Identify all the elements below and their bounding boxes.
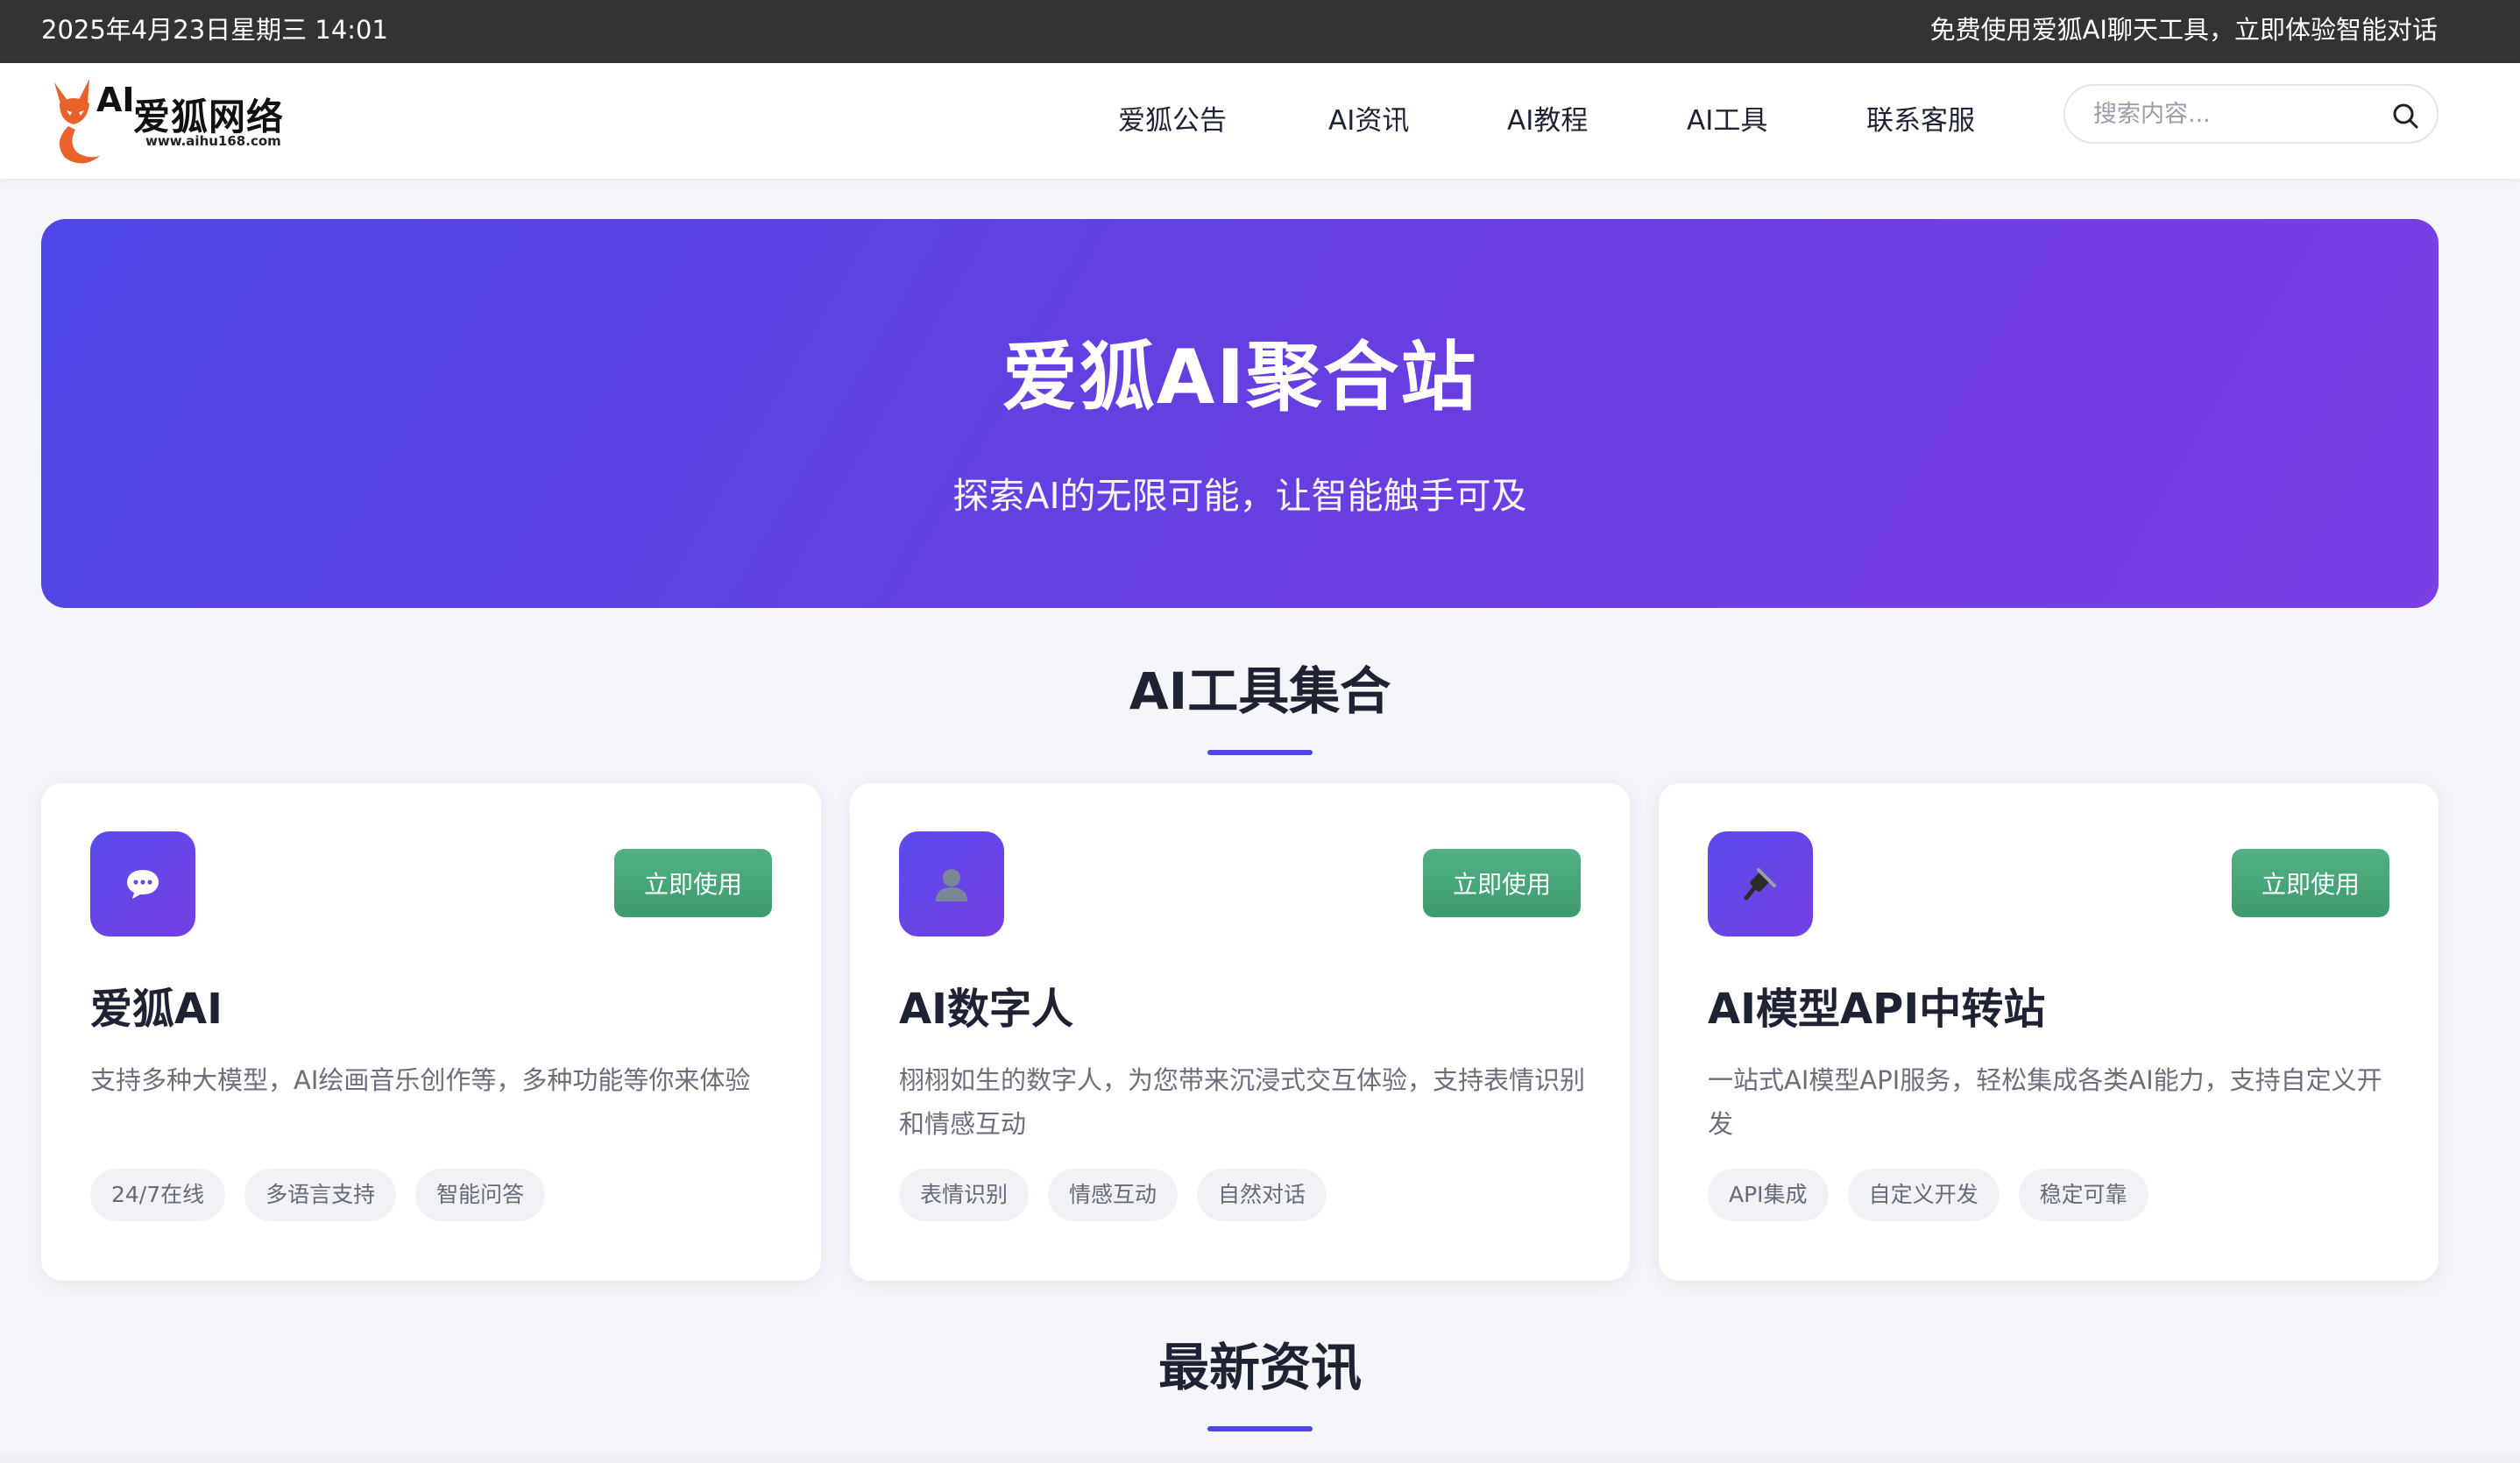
news-section-title: 最新资讯 (1157, 1338, 1362, 1397)
tool-card-aihu-ai[interactable]: 立即使用 爱狐AI 支持多种大模型，AI绘画音乐创作等，多种功能等你来体验 24… (41, 783, 821, 1281)
person-icon (899, 831, 1004, 936)
tag: 24/7在线 (90, 1169, 226, 1221)
tool-card-tags: API集成 自定义开发 稳定可靠 (1708, 1169, 2148, 1221)
tools-section-header: AI工具集合 (0, 650, 2520, 755)
page-bottom-edge (0, 1450, 2520, 1463)
tag: API集成 (1708, 1169, 1829, 1221)
hero-title: 爱狐AI聚合站 (1002, 334, 1478, 421)
nav-item-ai-tools[interactable]: AI工具 (1687, 63, 1767, 179)
site-header: AI 爱狐网络 www.aihu168.com 爱狐公告 AI资讯 AI教程 A… (0, 63, 2520, 179)
tool-card-title: AI数字人 (899, 985, 1074, 1034)
search-box (2063, 84, 2439, 144)
site-logo[interactable]: AI 爱狐网络 www.aihu168.com (49, 72, 286, 168)
logo-ai-mark: AI (96, 81, 135, 119)
nav-item-ai-tutorials[interactable]: AI教程 (1507, 63, 1588, 179)
plug-icon (1708, 831, 1813, 936)
tool-card-tags: 24/7在线 多语言支持 智能问答 (90, 1169, 546, 1221)
use-now-button[interactable]: 立即使用 (614, 849, 772, 917)
hero-banner: 爱狐AI聚合站 探索AI的无限可能，让智能触手可及 (41, 219, 2439, 608)
nav-item-ai-news[interactable]: AI资讯 (1328, 63, 1409, 179)
tag: 自定义开发 (1847, 1169, 2000, 1221)
tool-card-description: 栩栩如生的数字人，为您带来沉浸式交互体验，支持表情识别和情感互动 (899, 1065, 1586, 1139)
tool-card-description: 支持多种大模型，AI绘画音乐创作等，多种功能等你来体验 (90, 1065, 751, 1095)
tool-card-description: 一站式AI模型API服务，轻松集成各类AI能力，支持自定义开发 (1708, 1065, 2382, 1139)
top-info-bar: 2025年4月23日星期三 14:01 免费使用爱狐AI聊天工具，立即体验智能对… (0, 0, 2520, 63)
tool-card-api-relay[interactable]: 立即使用 AI模型API中转站 一站式AI模型API服务，轻松集成各类AI能力，… (1659, 783, 2439, 1281)
use-now-button[interactable]: 立即使用 (2232, 849, 2389, 917)
section-title-underline (1207, 750, 1313, 755)
section-title-underline (1207, 1426, 1313, 1431)
tool-card-tags: 表情识别 情感互动 自然对话 (899, 1169, 1327, 1221)
logo-domain: www.aihu168.com (145, 133, 281, 149)
tag: 智能问答 (415, 1169, 546, 1221)
search-icon[interactable] (2389, 100, 2421, 131)
tag: 表情识别 (899, 1169, 1030, 1221)
use-now-button[interactable]: 立即使用 (1423, 849, 1581, 917)
tool-card-title: 爱狐AI (90, 985, 223, 1034)
nav-item-contact-support[interactable]: 联系客服 (1866, 63, 1975, 179)
tag: 自然对话 (1197, 1169, 1327, 1221)
hero-subtitle: 探索AI的无限可能，让智能触手可及 (952, 475, 1527, 517)
nav-item-announcements[interactable]: 爱狐公告 (1118, 63, 1227, 179)
tag: 多语言支持 (244, 1169, 397, 1221)
news-section-header: 最新资讯 (0, 1326, 2520, 1431)
tag: 稳定可靠 (2018, 1169, 2148, 1221)
tool-card-digital-human[interactable]: 立即使用 AI数字人 栩栩如生的数字人，为您带来沉浸式交互体验，支持表情识别和情… (850, 783, 1630, 1281)
promo-link[interactable]: 免费使用爱狐AI聊天工具，立即体验智能对话 (1930, 0, 2438, 60)
tool-card-title: AI模型API中转站 (1708, 985, 2046, 1034)
search-input[interactable] (2092, 95, 2372, 133)
current-datetime: 2025年4月23日星期三 14:01 (41, 15, 388, 45)
chat-bubble-icon (90, 831, 195, 936)
tag: 情感互动 (1048, 1169, 1179, 1221)
tools-section-title: AI工具集合 (1129, 661, 1391, 721)
